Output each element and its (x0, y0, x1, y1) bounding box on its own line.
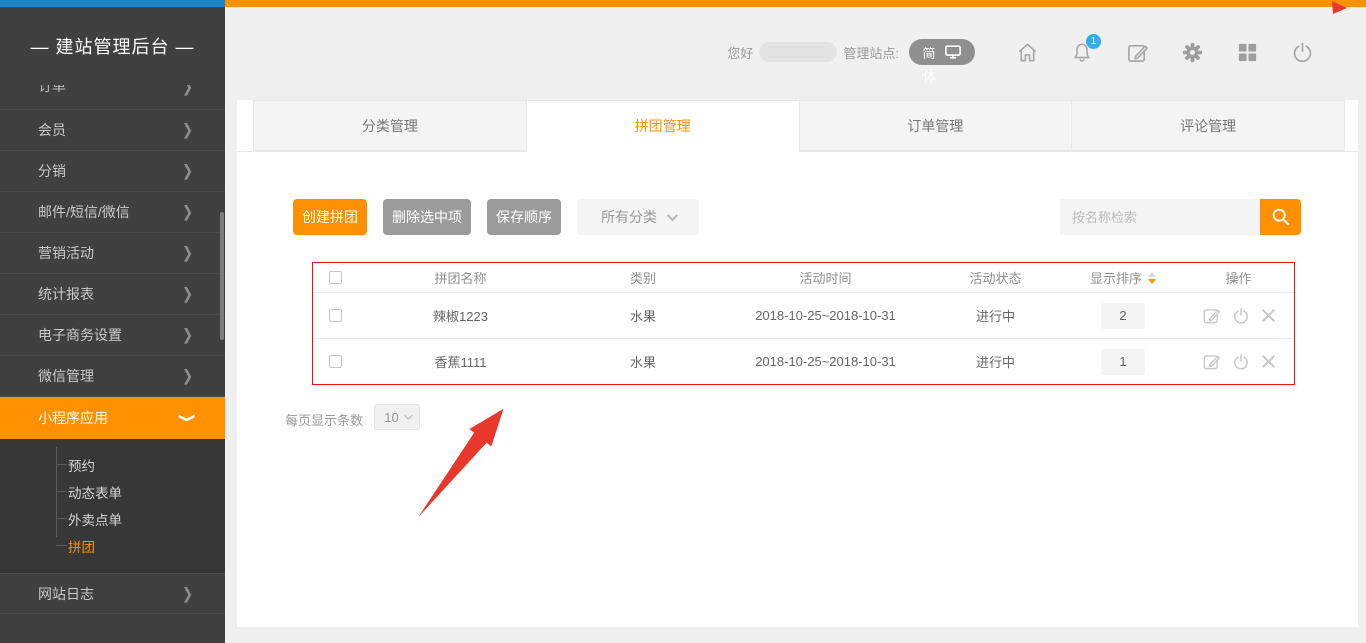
cell-category: 水果 (563, 352, 723, 371)
table-header-row: 拼团名称 类别 活动时间 活动状态 显示排序 操作 (313, 263, 1294, 292)
col-header-actions: 操作 (1183, 268, 1294, 287)
close-icon[interactable] (1261, 354, 1276, 369)
page-size-label: 每页显示条数 (285, 410, 363, 429)
sidebar-item-statistics[interactable]: 统计报表 ❯ (0, 273, 225, 314)
sidebar: — 建站管理后台 — 订单 ❯ 会员 ❯ 分销 ❯ 邮件/短信/微信 ❯ 营销活… (0, 7, 225, 643)
search-button[interactable] (1260, 199, 1301, 235)
sidebar-submenu: 预约 动态表单 外卖点单 拼团 (0, 439, 225, 573)
sidebar-item-orders-clipped[interactable]: 订单 ❯ (0, 85, 225, 109)
table-row: 香蕉1111 水果 2018-10-25~2018-10-31 进行中 1 (313, 338, 1294, 384)
monitor-icon (944, 44, 962, 60)
col-header-time: 活动时间 (723, 268, 928, 287)
sort-asc-icon (1148, 272, 1156, 277)
sidebar-item-members[interactable]: 会员 ❯ (0, 109, 225, 150)
settings-icon[interactable] (1180, 40, 1204, 64)
col-header-name: 拼团名称 (358, 268, 563, 287)
chevron-right-icon: ❯ (182, 85, 193, 97)
search-icon (1270, 206, 1292, 228)
sidebar-item-ecommerce-settings[interactable]: 电子商务设置 ❯ (0, 314, 225, 355)
cell-status: 进行中 (928, 352, 1063, 371)
notification-badge: 1 (1086, 34, 1101, 49)
home-icon[interactable] (1015, 40, 1039, 64)
power-icon[interactable] (1232, 307, 1250, 325)
close-icon[interactable] (1261, 308, 1276, 323)
sidebar-item-site-logs[interactable]: 网站日志 ❯ (0, 573, 225, 614)
language-switcher[interactable]: 简 体 (909, 39, 975, 65)
row-checkbox[interactable] (329, 309, 342, 322)
chevron-right-icon: ❯ (182, 325, 193, 344)
category-filter-dropdown[interactable]: 所有分类 (577, 199, 699, 235)
chevron-right-icon: ❯ (182, 120, 193, 139)
group-buy-table: 拼团名称 类别 活动时间 活动状态 显示排序 操作 辣椒1223 水果 2018… (312, 262, 1295, 385)
header-icon-group: 1 (1015, 40, 1314, 64)
table-row: 辣椒1223 水果 2018-10-25~2018-10-31 进行中 2 (313, 292, 1294, 338)
sidebar-item-distribution[interactable]: 分销 ❯ (0, 150, 225, 191)
tab-order-management[interactable]: 订单管理 (800, 100, 1073, 151)
col-header-status: 活动状态 (928, 268, 1063, 287)
power-icon[interactable] (1232, 353, 1250, 371)
submenu-item-dynamic-forms[interactable]: 动态表单 (0, 478, 225, 505)
cell-time: 2018-10-25~2018-10-31 (723, 308, 928, 323)
cell-category: 水果 (563, 306, 723, 325)
chevron-down-icon (667, 210, 678, 221)
chevron-right-icon: ❯ (182, 584, 193, 603)
chevron-right-icon: ❯ (182, 243, 193, 262)
submenu-item-booking[interactable]: 预约 (0, 451, 225, 478)
sidebar-item-mail-sms-wechat[interactable]: 邮件/短信/微信 ❯ (0, 191, 225, 232)
notifications-icon[interactable]: 1 (1070, 40, 1094, 64)
page: — 建站管理后台 — 订单 ❯ 会员 ❯ 分销 ❯ 邮件/短信/微信 ❯ 营销活… (0, 0, 1366, 643)
edit-icon[interactable] (1202, 352, 1221, 371)
tab-comment-management[interactable]: 评论管理 (1072, 100, 1345, 151)
greeting-text: 您好 (727, 43, 753, 62)
col-header-sort: 显示排序 (1090, 268, 1142, 287)
header: 您好 管理站点: 简 体 (225, 7, 1366, 97)
app-title: — 建站管理后台 — (0, 7, 225, 85)
lang-simplified-label: 简 (922, 43, 935, 62)
cell-name: 香蕉1111 (358, 352, 563, 371)
save-order-button[interactable]: 保存顺序 (487, 199, 561, 235)
row-checkbox[interactable] (329, 355, 342, 368)
sidebar-item-wechat-management[interactable]: 微信管理 ❯ (0, 355, 225, 396)
sort-order-input[interactable]: 1 (1101, 349, 1145, 375)
power-icon[interactable] (1290, 40, 1314, 64)
chevron-right-icon: ❯ (182, 161, 193, 180)
chevron-down-icon (404, 411, 412, 419)
lang-traditional-label: 体 (923, 66, 936, 85)
tab-bar: 分类管理 拼团管理 订单管理 评论管理 (237, 100, 1358, 152)
sidebar-item-miniprogram-apps[interactable]: 小程序应用 ❯ (0, 396, 225, 439)
cell-time: 2018-10-25~2018-10-31 (723, 354, 928, 369)
compose-icon[interactable] (1125, 40, 1149, 64)
apps-icon[interactable] (1235, 40, 1259, 64)
header-user-area: 您好 管理站点: 简 体 (727, 39, 1015, 65)
col-header-category: 类别 (563, 268, 723, 287)
search-input[interactable] (1060, 199, 1260, 235)
sort-toggle[interactable] (1148, 272, 1156, 284)
page-size-select[interactable]: 10 (374, 404, 420, 430)
site-label: 管理站点: (843, 43, 899, 62)
submenu-item-group-buy[interactable]: 拼团 (0, 532, 225, 559)
sidebar-item-marketing[interactable]: 营销活动 ❯ (0, 232, 225, 273)
sort-order-input[interactable]: 2 (1101, 303, 1145, 329)
main-panel: 分类管理 拼团管理 订单管理 评论管理 创建拼团 删除选中项 保存顺序 所有分类… (237, 100, 1358, 627)
chevron-right-icon: ❯ (182, 284, 193, 303)
sort-desc-icon (1148, 279, 1156, 284)
username-redacted (759, 42, 837, 62)
submenu-item-takeout[interactable]: 外卖点单 (0, 505, 225, 532)
sidebar-scrollbar[interactable] (220, 212, 224, 340)
chevron-right-icon: ❯ (182, 202, 193, 221)
cell-name: 辣椒1223 (358, 306, 563, 325)
cell-status: 进行中 (928, 306, 1063, 325)
select-all-checkbox[interactable] (329, 271, 342, 284)
tab-group-buy-management[interactable]: 拼团管理 (527, 100, 800, 152)
chevron-right-icon: ❯ (182, 366, 193, 385)
topbar-blue (0, 0, 225, 7)
create-group-buy-button[interactable]: 创建拼团 (293, 199, 367, 235)
tab-category-management[interactable]: 分类管理 (253, 100, 527, 151)
delete-selected-button[interactable]: 删除选中项 (383, 199, 471, 235)
edit-icon[interactable] (1202, 306, 1221, 325)
topbar-orange (225, 0, 1366, 7)
chevron-down-icon: ❯ (178, 413, 197, 424)
